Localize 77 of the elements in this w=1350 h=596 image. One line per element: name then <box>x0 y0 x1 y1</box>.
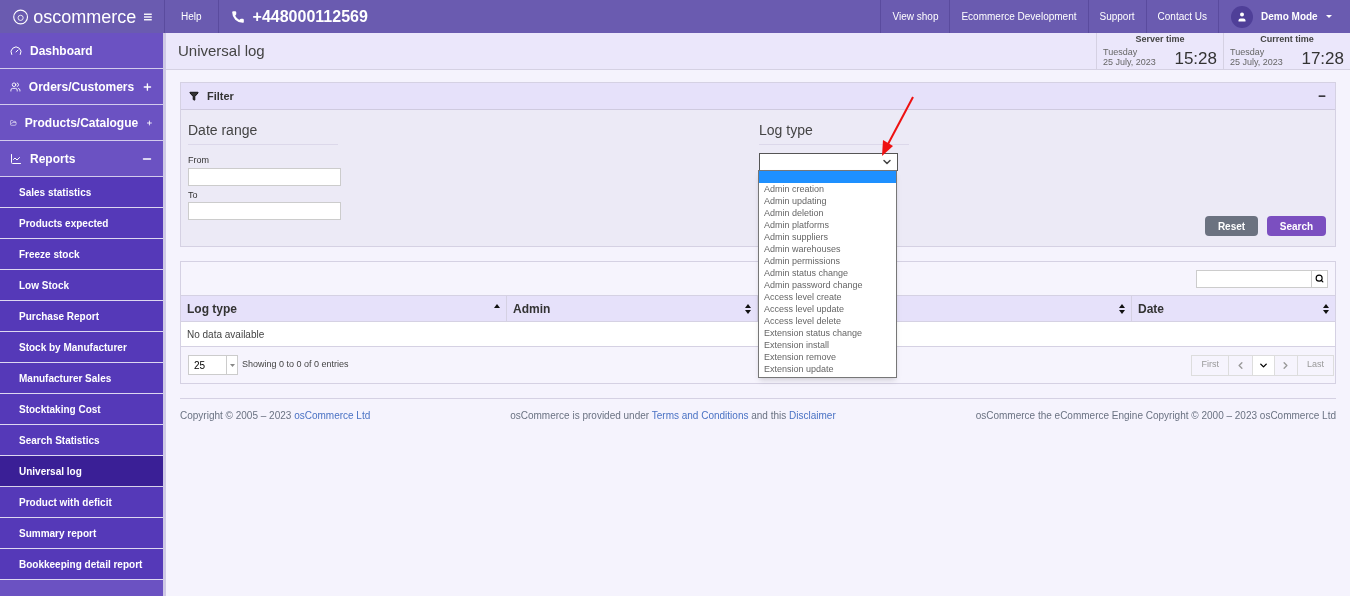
to-date-field[interactable] <box>188 202 341 220</box>
license-text: osCommerce is provided under Terms and Conditions and this Disclaimer <box>510 409 836 423</box>
clock-panel: Server time Tuesday 25 July, 2023 15:28 <box>1096 33 1223 69</box>
dropdown-option[interactable]: Admin password change <box>759 279 896 291</box>
dropdown-option[interactable]: Access level create <box>759 291 896 303</box>
dropdown-option[interactable]: Admin creation <box>759 183 896 195</box>
phone-icon <box>230 9 245 24</box>
table-search-field[interactable] <box>1196 269 1328 288</box>
sidebar-subitem[interactable]: Universal log <box>0 456 163 487</box>
dropdown-option[interactable]: Admin status change <box>759 267 896 279</box>
sidebar-subitem[interactable]: Manufacturer Sales <box>0 363 163 394</box>
column-header[interactable]: Log type <box>181 296 506 321</box>
copyright-text: Copyright © 2005 – 2023 osCommerce Ltd <box>180 409 371 423</box>
dropdown-option[interactable]: Access level delete <box>759 315 896 327</box>
expand-icon[interactable] <box>142 80 153 93</box>
menu-icon[interactable] <box>144 12 152 21</box>
dropdown-option[interactable]: Admin updating <box>759 195 896 207</box>
clock-date: 25 July, 2023 <box>1230 56 1283 67</box>
column-header[interactable]: Admin <box>506 296 757 321</box>
footer-link[interactable]: osCommerce Ltd <box>294 410 371 421</box>
sidebar-subitem[interactable]: Sales statistics <box>0 177 163 208</box>
sidebar-subitem[interactable]: Bookkeeping detail report <box>0 549 163 580</box>
dropdown-option[interactable]: Extension install <box>759 339 896 351</box>
sort-icon[interactable] <box>1119 303 1125 314</box>
dropdown-option[interactable]: Admin permissions <box>759 255 896 267</box>
footer-link[interactable]: Disclaimer <box>789 410 836 421</box>
sidebar-subitem[interactable]: Product with deficit <box>0 487 163 518</box>
entries-info: Showing 0 to 0 of 0 entries <box>242 358 349 372</box>
field-label: From <box>188 154 210 167</box>
filter-title: Filter <box>207 88 235 104</box>
dashboard-icon <box>10 44 22 57</box>
filter-icon <box>189 91 199 101</box>
dropdown-option[interactable]: Extension remove <box>759 351 896 363</box>
logo-text: oscommerce <box>33 7 137 26</box>
field-label: To <box>188 188 199 202</box>
clock-day: Tuesday <box>1103 46 1156 57</box>
phone-number: +448000112569 <box>252 6 368 27</box>
customers-icon <box>10 80 21 93</box>
sidebar-subitem[interactable]: Products expected <box>0 208 163 239</box>
clock-date: 25 July, 2023 <box>1103 56 1156 67</box>
search-button[interactable]: Search <box>1267 216 1326 236</box>
logo-icon <box>12 6 30 27</box>
reports-icon <box>10 152 22 165</box>
sort-icon[interactable] <box>1323 303 1329 314</box>
from-date-field[interactable] <box>188 167 341 186</box>
sidebar-subitem[interactable]: Summary report <box>0 518 163 549</box>
section-title: Date range <box>188 120 338 145</box>
page-size-select[interactable]: 25 <box>188 355 238 375</box>
sidebar-subitem[interactable]: Freeze stock <box>0 239 163 270</box>
caret-icon <box>229 363 235 367</box>
dropdown-option[interactable]: Extension status change <box>759 327 896 339</box>
footer-link[interactable]: Terms and Conditions <box>651 410 749 421</box>
sidebar-subitem[interactable]: Purchase Report <box>0 301 163 332</box>
annotation-arrow-icon <box>879 96 915 158</box>
sidebar-subitem[interactable]: Low Stock <box>0 270 163 301</box>
clock-day: Tuesday <box>1230 46 1283 57</box>
clock-time: 17:28 <box>1301 49 1344 67</box>
search-icon[interactable] <box>1315 274 1324 283</box>
log-type-select[interactable] <box>759 153 898 171</box>
dropdown-option[interactable]: Admin platforms <box>759 219 896 231</box>
dropdown-option[interactable]: Admin suppliers <box>759 231 896 243</box>
clock-panel: Current time Tuesday 25 July, 2023 17:28 <box>1223 33 1350 69</box>
column-header[interactable]: Date <box>1131 296 1335 321</box>
sort-icon[interactable] <box>745 303 751 314</box>
sidebar-subitem[interactable]: Stocktaking Cost <box>0 394 163 425</box>
dropdown-option[interactable]: Access level update <box>759 303 896 315</box>
page-title: Universal log <box>177 40 266 61</box>
dropdown-option[interactable]: Admin deletion <box>759 207 896 219</box>
sidebar-subitem[interactable]: Stock by Manufacturer <box>0 332 163 363</box>
user-icon <box>1236 10 1248 23</box>
dropdown-option[interactable]: Extension update <box>759 363 896 375</box>
reset-button[interactable]: Reset <box>1205 216 1258 236</box>
dropdown-option[interactable]: Admin warehouses <box>759 243 896 255</box>
engine-copyright-text: osCommerce the eCommerce Engine Copyright © 2000 – 2023 osCommerce Ltd <box>975 409 1336 423</box>
sidebar-subitem[interactable]: Search Statistics <box>0 425 163 456</box>
caret-icon <box>1325 15 1332 18</box>
clock-time: 15:28 <box>1174 49 1217 67</box>
